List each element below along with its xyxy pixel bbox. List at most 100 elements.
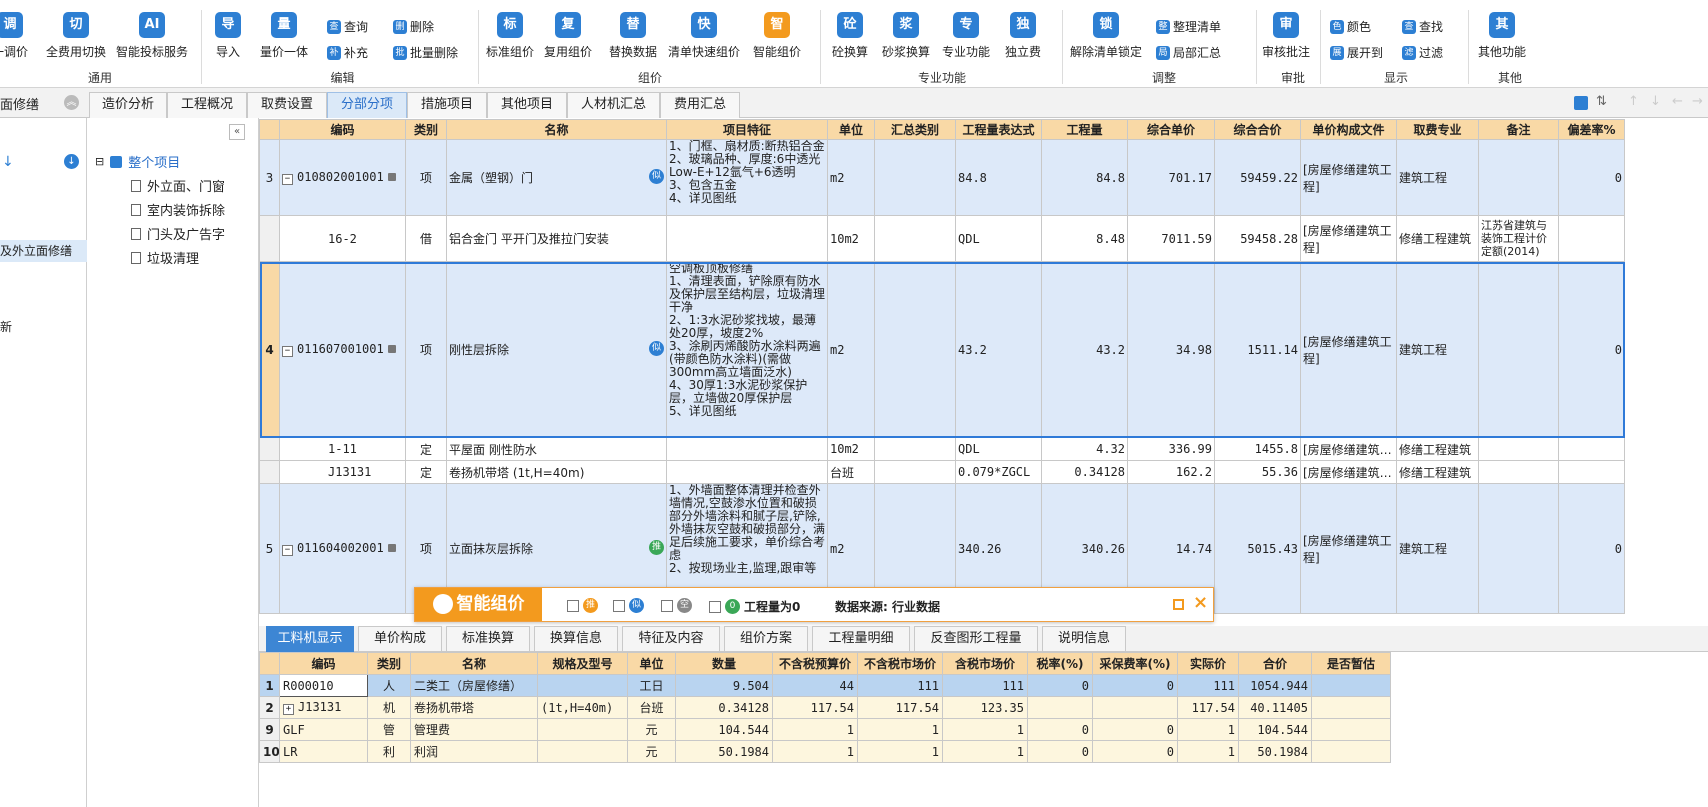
tab-labor-material-display[interactable]: 工料机显示	[266, 626, 354, 652]
standard-price-button[interactable]: 标标准组价	[486, 12, 534, 60]
sort-icon[interactable]: ⇅	[1596, 94, 1607, 109]
table-row[interactable]: 10 LR 利 利润 元 50.1984 1 1 1 0 0 1 50.1984	[259, 740, 1391, 763]
col-header[interactable]: 不含税预算价	[772, 652, 858, 675]
move-left-icon[interactable]: ←	[1672, 94, 1683, 109]
table-row-selected[interactable]: 4 −011607001001 项 刚性层拆除似 空调板顶板修缮 1、清理表面，…	[259, 261, 1625, 438]
collapse-toggle-icon[interactable]: −	[282, 545, 293, 556]
other-functions-button[interactable]: 其其他功能	[1478, 12, 1526, 60]
close-icon[interactable]: ×	[1193, 592, 1208, 613]
table-row[interactable]: 16-2 借 铝合金门 平开门及推拉门安装 10m2 QDL 8.48 7011…	[259, 215, 1625, 262]
filter-empty-checkbox[interactable]: 空	[661, 598, 692, 613]
left-item-facade[interactable]: 及外立面修缮	[0, 240, 87, 262]
organize-list-button[interactable]: 整整理清单	[1156, 18, 1221, 35]
table-row[interactable]: 3 −010802001001 项 金属（塑钢）门似 1、门框、扇材质:断热铝合…	[259, 139, 1625, 216]
expand-toggle-icon[interactable]: +	[283, 704, 294, 715]
col-header[interactable]: 编码	[279, 119, 406, 140]
tree-item-signage[interactable]: 门头及广告字	[131, 224, 225, 243]
col-header[interactable]: 采保费率(%)	[1092, 652, 1178, 675]
adjust-price-button[interactable]: 调一调价	[0, 12, 28, 60]
tab-other-items[interactable]: 其他项目	[487, 92, 567, 118]
col-header[interactable]: 名称	[446, 119, 667, 140]
col-header[interactable]: 合价	[1238, 652, 1312, 675]
tab-labor-material-summary[interactable]: 人材机汇总	[567, 92, 660, 118]
table-row[interactable]: 9 GLF 管 管理费 元 104.544 1 1 1 0 0 1 104.54…	[259, 718, 1391, 741]
batch-delete-button[interactable]: 批批量删除	[393, 44, 458, 61]
similar-badge-icon[interactable]: 似	[649, 169, 664, 184]
quick-price-button[interactable]: 快清单快速组价	[668, 12, 740, 60]
tab-description-info[interactable]: 说明信息	[1042, 626, 1126, 652]
table-row[interactable]: J13131 定 卷扬机带塔 (1t,H=40m) 台班 0.079*ZGCL …	[259, 460, 1625, 484]
full-fee-switch-button[interactable]: 切全费用切换	[46, 12, 106, 60]
view-toggle-icon[interactable]	[1574, 96, 1588, 110]
collapse-panel-icon[interactable]: «	[229, 124, 245, 140]
filter-similar-checkbox[interactable]: 似	[613, 598, 644, 613]
expand-to-button[interactable]: 展展开到	[1330, 44, 1383, 61]
down-arrow-icon[interactable]: ↓	[2, 154, 14, 170]
collapse-toggle-icon[interactable]: ⊟	[95, 155, 104, 168]
move-down-icon[interactable]: ↓	[1650, 94, 1661, 109]
col-header[interactable]: 汇总类别	[874, 119, 956, 140]
col-header[interactable]: 项目特征	[666, 119, 828, 140]
tab-unit-price-composition[interactable]: 单价构成	[358, 626, 442, 652]
tab-pricing-scheme[interactable]: 组价方案	[724, 626, 808, 652]
tab-standard-conversion[interactable]: 标准换算	[446, 626, 530, 652]
col-header[interactable]: 工程量表达式	[955, 119, 1042, 140]
filter-button[interactable]: 滤过滤	[1402, 44, 1443, 61]
tab-reverse-graphic-quantity[interactable]: 反查图形工程量	[914, 626, 1038, 652]
review-comment-button[interactable]: 审审核批注	[1262, 12, 1310, 60]
find-button[interactable]: 查查找	[1402, 18, 1443, 35]
mortar-convert-button[interactable]: 浆砂浆换算	[882, 12, 930, 60]
replace-data-button[interactable]: 替替换数据	[609, 12, 657, 60]
delete-button[interactable]: 删删除	[393, 18, 434, 35]
move-up-icon[interactable]: ↑	[1628, 94, 1639, 109]
col-header[interactable]: 是否暂估	[1311, 652, 1391, 675]
smart-price-button[interactable]: 智智能组价	[753, 12, 801, 60]
table-row-selected[interactable]: 1 R000010 人 二类工（房屋修缮） 工日 9.504 44 111 11…	[259, 674, 1391, 697]
collapse-toggle-icon[interactable]: −	[282, 346, 293, 357]
col-header[interactable]: 编码	[279, 652, 368, 675]
tab-features-content[interactable]: 特征及内容	[622, 626, 720, 652]
col-header[interactable]: 综合单价	[1127, 119, 1215, 140]
tab-measures[interactable]: 措施项目	[407, 92, 487, 118]
collapse-toggle-icon[interactable]: −	[282, 174, 293, 185]
col-header[interactable]: 取费专业	[1396, 119, 1479, 140]
concrete-convert-button[interactable]: 砼砼换算	[832, 12, 868, 60]
unlock-list-button[interactable]: 锁解除清单锁定	[1070, 12, 1142, 60]
tab-division-items[interactable]: 分部分项	[327, 92, 407, 118]
supplement-button[interactable]: 补补充	[327, 44, 368, 61]
independent-fee-button[interactable]: 独独立费	[1005, 12, 1041, 60]
tree-item-facade[interactable]: 外立面、门窗	[131, 176, 225, 195]
col-header[interactable]: 单位	[627, 652, 676, 675]
col-header[interactable]: 类别	[405, 119, 447, 140]
query-button[interactable]: 查查询	[327, 18, 368, 35]
qty-price-button[interactable]: 量量价一体	[260, 12, 308, 60]
col-header[interactable]: 工程量	[1041, 119, 1128, 140]
col-header[interactable]: 实际价	[1177, 652, 1239, 675]
tree-item-garbage[interactable]: 垃圾清理	[131, 248, 199, 267]
table-row[interactable]: 1-11 定 平屋面 刚性防水 10m2 QDL 4.32 336.99 145…	[259, 437, 1625, 461]
left-item-new[interactable]: 新	[0, 318, 12, 335]
tab-cost-analysis[interactable]: 造价分析	[89, 92, 167, 118]
color-button[interactable]: 色颜色	[1330, 18, 1371, 35]
col-header[interactable]: 税率(%)	[1027, 652, 1093, 675]
tab-quantity-detail[interactable]: 工程量明细	[812, 626, 910, 652]
tab-cost-summary[interactable]: 费用汇总	[660, 92, 740, 118]
col-header[interactable]: 不含税市场价	[857, 652, 943, 675]
collapse-icon[interactable]: ︽	[64, 95, 79, 110]
download-icon[interactable]: ↓	[64, 154, 79, 169]
col-header[interactable]: 备注	[1478, 119, 1559, 140]
col-header[interactable]: 单价构成文件	[1300, 119, 1397, 140]
reuse-price-button[interactable]: 复复用组价	[544, 12, 592, 60]
col-header[interactable]: 数量	[675, 652, 773, 675]
tree-root[interactable]: ⊟ 整个项目	[95, 152, 180, 171]
col-header[interactable]: 类别	[367, 652, 411, 675]
filter-zero-qty-checkbox[interactable]: 0 工程量为0	[709, 598, 800, 615]
tab-conversion-info[interactable]: 换算信息	[534, 626, 618, 652]
tab-fee-settings[interactable]: 取费设置	[247, 92, 327, 118]
filter-recommend-checkbox[interactable]: 推	[567, 598, 598, 613]
col-header[interactable]: 单位	[827, 119, 875, 140]
col-header[interactable]: 规格及型号	[537, 652, 628, 675]
tab-project-overview[interactable]: 工程概况	[167, 92, 247, 118]
col-header[interactable]: 偏差率%	[1558, 119, 1625, 140]
restore-icon[interactable]	[1173, 599, 1184, 610]
